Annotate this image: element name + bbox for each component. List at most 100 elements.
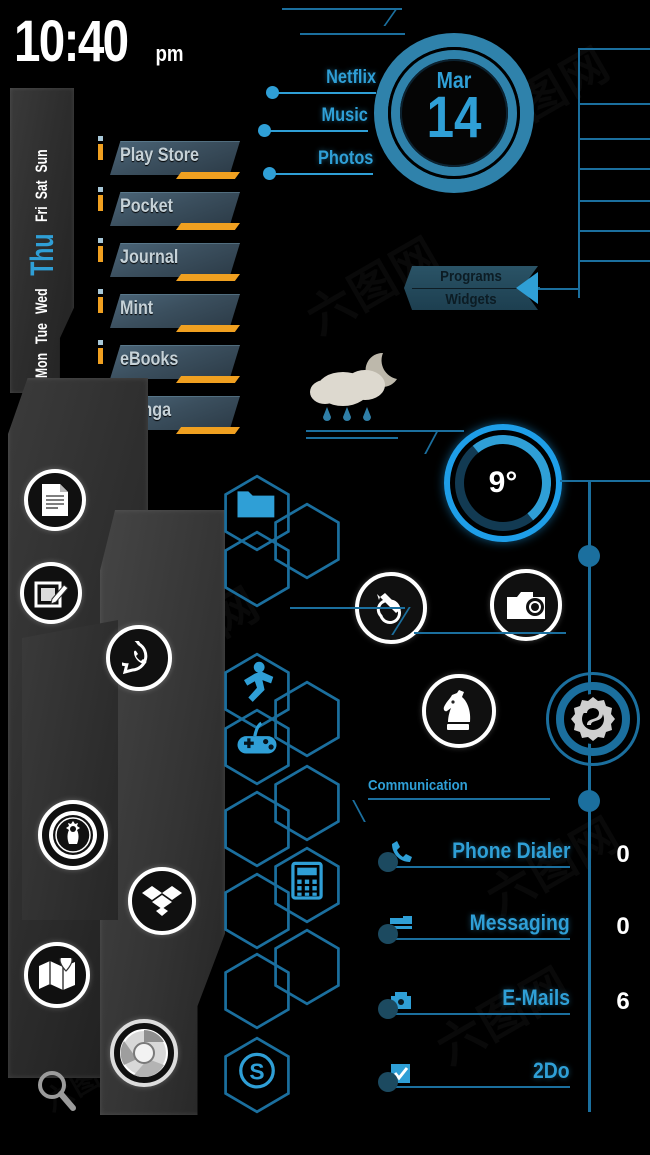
day-mon[interactable]: Mon [32, 353, 52, 378]
empty [224, 530, 290, 608]
quick-link-label: Photos [317, 148, 373, 169]
app-icon-camera[interactable] [490, 569, 562, 641]
day-sun[interactable]: Sun [32, 149, 52, 172]
app-item[interactable]: Pocket [98, 187, 248, 240]
temperature-gauge[interactable]: 9° [444, 424, 562, 542]
communication-label: 2Do [533, 1058, 570, 1083]
communication-label: Messaging [469, 910, 570, 935]
dock-panel-inner [22, 620, 118, 920]
hex-cell[interactable]: S [222, 1036, 292, 1114]
chess-knight-icon [443, 690, 471, 730]
dock-icon-starbucks[interactable] [38, 800, 108, 870]
quick-link-netflix[interactable]: Netflix [266, 67, 376, 99]
communication-underline [385, 866, 570, 868]
hex-cell-empty [222, 530, 292, 608]
communication-row[interactable]: 2Do [375, 1058, 570, 1092]
app-item-accent-bar [176, 172, 240, 179]
dock-icon-dropbox[interactable] [128, 867, 196, 935]
communication-row[interactable]: Phone Dialer [375, 838, 570, 872]
rail-node [578, 545, 600, 567]
hex-cell-empty [222, 952, 292, 1030]
maps-icon [39, 958, 75, 990]
dock-icon-whatsapp[interactable] [106, 625, 172, 691]
circuit-trace [290, 607, 405, 609]
circuit-trace [282, 8, 402, 10]
mode-widgets[interactable]: Widgets [412, 288, 530, 310]
weather-widget[interactable] [305, 347, 415, 427]
communication-underline [385, 1013, 570, 1015]
dock-icon-chrome[interactable] [110, 1019, 178, 1087]
app-item-accent-bar [176, 274, 240, 281]
dock-icon-search[interactable] [32, 1066, 80, 1114]
dock-icon-maps[interactable] [24, 942, 90, 1008]
link-line [278, 92, 376, 94]
day-sat[interactable]: Sat [32, 180, 52, 199]
chrome-icon [120, 1029, 168, 1077]
app-item[interactable]: Mint [98, 289, 248, 342]
day-strip[interactable]: Mon Tue Wed Thu Fri Sat Sun [10, 88, 74, 393]
circuit-trace [368, 798, 550, 800]
arrow-left-icon [516, 272, 538, 304]
app-icon-chess[interactable] [422, 674, 496, 748]
circuit-trace [414, 632, 566, 634]
app-item-accent-bar [176, 223, 240, 230]
circuit-branch [536, 288, 580, 290]
circuit-trace [560, 480, 650, 482]
empty [224, 952, 290, 1030]
starbucks-icon [49, 811, 97, 859]
clock-widget[interactable]: 10:40 pm [14, 12, 186, 70]
day-fri[interactable]: Fri [32, 206, 52, 222]
app-item-label: Play Store [120, 145, 199, 166]
rail-node [578, 790, 600, 812]
app-item-marker [98, 238, 103, 262]
circuit-branch [578, 138, 650, 140]
communication-label: E-Mails [502, 985, 570, 1010]
document-icon [42, 484, 68, 516]
quick-link-label: Netflix [326, 67, 376, 88]
date-widget[interactable]: Mar 14 [374, 33, 534, 193]
gear-icon [571, 697, 615, 741]
communication-underline [385, 938, 570, 940]
app-item-label: Pocket [120, 196, 173, 217]
app-item-label: eBooks [120, 349, 179, 370]
quick-link-music[interactable]: Music [258, 105, 368, 137]
communication-row-dot [378, 924, 398, 944]
circuit-trace [424, 432, 438, 454]
circuit-trace [306, 437, 398, 439]
mode-programs[interactable]: Programs [412, 266, 530, 288]
quick-link-label: Music [321, 105, 368, 126]
app-item[interactable]: Journal [98, 238, 248, 291]
circuit-branch [578, 230, 650, 232]
circuit-trace [538, 287, 540, 289]
settings-button[interactable] [546, 672, 640, 766]
notes-edit-icon [34, 581, 68, 608]
circuit-branch [578, 260, 650, 262]
camera-icon [507, 592, 545, 619]
day-thu[interactable]: Thu [24, 233, 61, 275]
app-item-accent-bar [176, 325, 240, 332]
circuit-trace [352, 800, 366, 822]
communication-row-dot [378, 852, 398, 872]
link-line [270, 130, 368, 132]
app-item-marker [98, 187, 103, 211]
communication-row[interactable]: Messaging [375, 910, 570, 944]
communication-row[interactable]: E-Mails [375, 985, 570, 1019]
night-rain-icon [310, 352, 397, 421]
communication-count: 0 [616, 913, 630, 940]
search-icon [38, 1071, 76, 1111]
app-item[interactable]: Play Store [98, 136, 248, 189]
app-item-accent-bar [176, 427, 240, 434]
temperature-value: 9° [488, 466, 518, 499]
quick-link-photos[interactable]: Photos [263, 148, 373, 180]
day-tue[interactable]: Tue [32, 323, 52, 344]
communication-underline [385, 1086, 570, 1088]
communication-heading: Communication [368, 777, 468, 794]
app-item-accent-bar [176, 376, 240, 383]
communication-count: 6 [616, 988, 630, 1015]
date-day: 14 [426, 85, 482, 150]
dock-icon-documents[interactable] [24, 469, 86, 531]
app-item-marker [98, 136, 103, 160]
day-wed[interactable]: Wed [32, 288, 52, 314]
dock-icon-notes[interactable] [20, 562, 82, 624]
skype-icon: S [224, 1036, 290, 1114]
